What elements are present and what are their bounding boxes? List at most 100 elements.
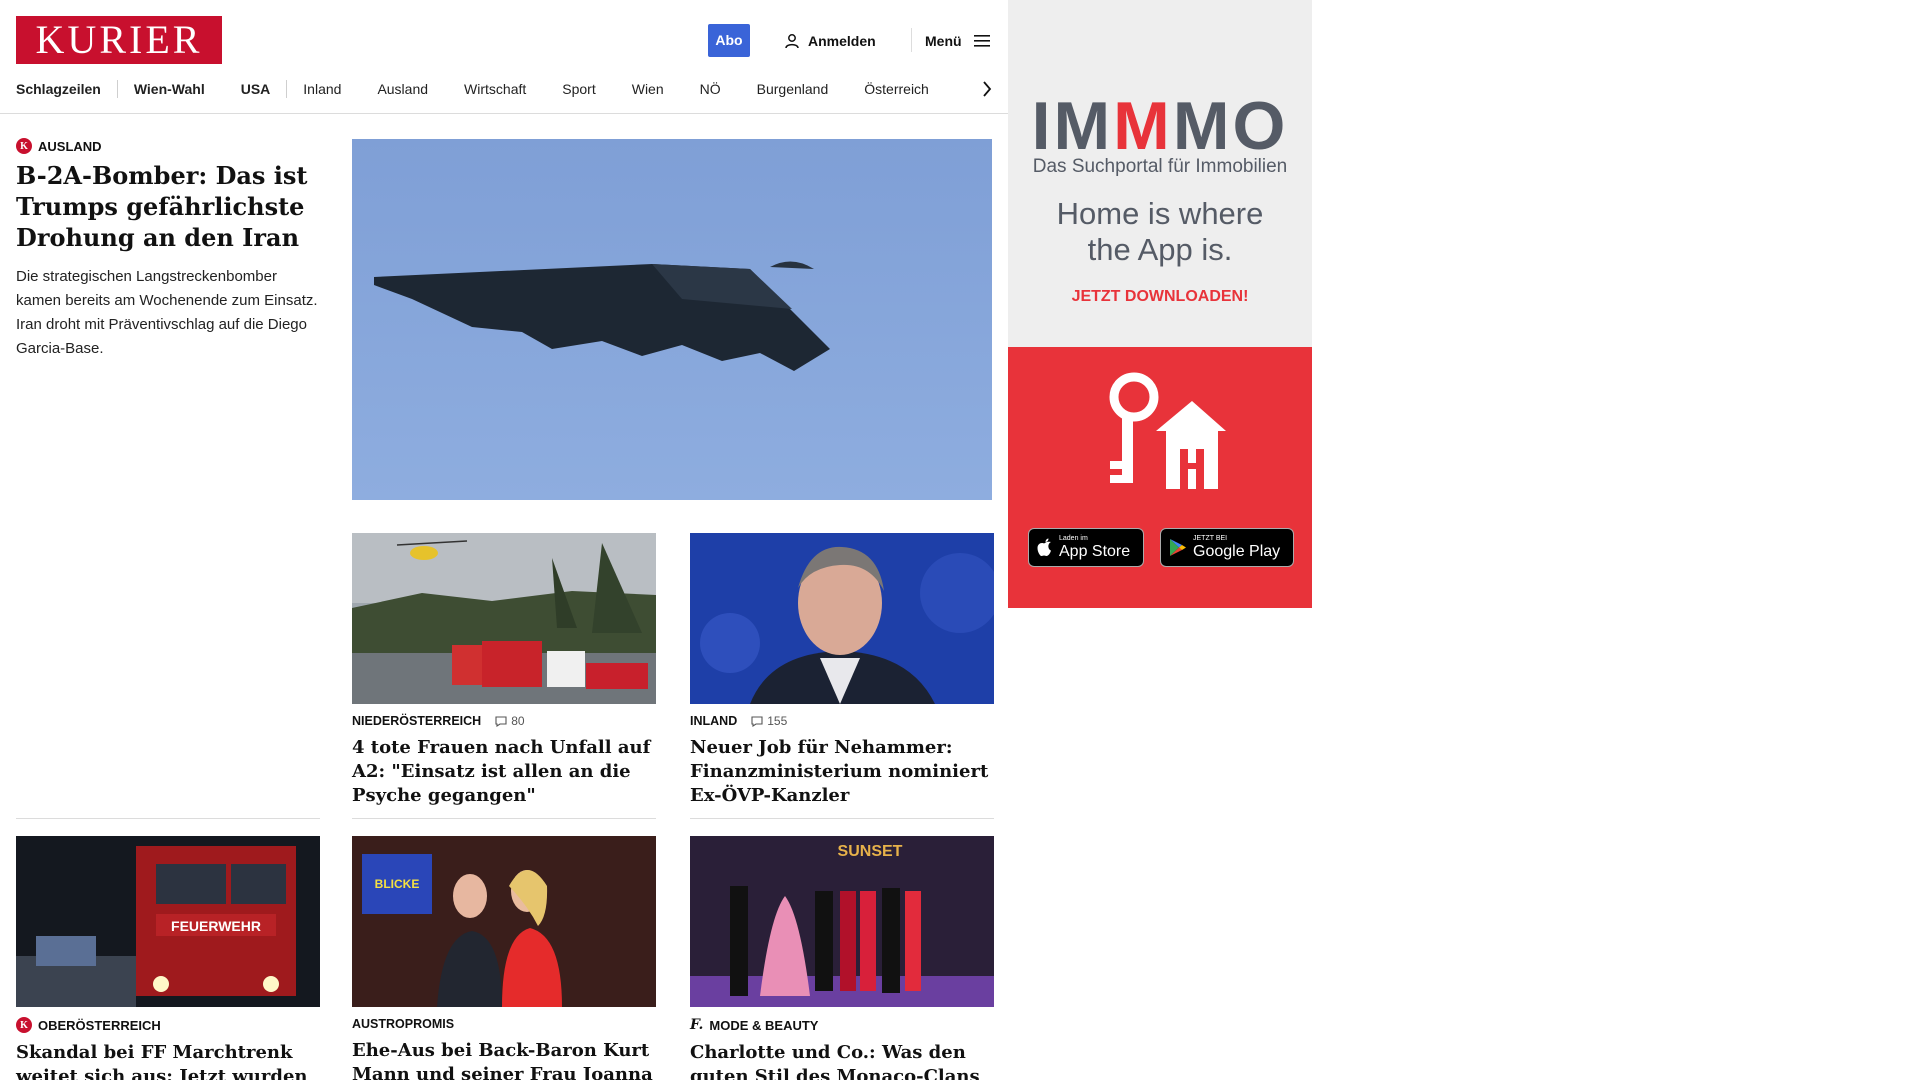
- comment-icon: [751, 715, 763, 727]
- section-nav: Schlagzeilen Wien-Wahl USA Inland Auslan…: [16, 76, 929, 102]
- login-label: Anmelden: [808, 33, 876, 49]
- article-image-gala-couple[interactable]: BLICKE: [352, 836, 656, 1007]
- user-icon: [785, 34, 799, 49]
- app-store-big: App Store: [1059, 543, 1131, 560]
- article-image-firetruck[interactable]: FEUERWEHR: [16, 836, 320, 1007]
- highway-accident-illustration: [352, 533, 656, 704]
- article-headline[interactable]: Ehe-Aus bei Back-Baron Kurt Mann und sei…: [352, 1039, 656, 1080]
- chevron-right-icon: [983, 81, 992, 97]
- article-meta: NIEDERÖSTERREICH 80: [352, 714, 656, 728]
- article-category[interactable]: AUSTROPROMIS: [352, 1017, 454, 1031]
- google-play-icon: [1170, 539, 1186, 556]
- monaco-family-illustration: SUNSET: [690, 836, 994, 1007]
- firetruck-illustration: FEUERWEHR: [16, 836, 320, 1007]
- article-category-label: OBERÖSTERREICH: [38, 1017, 161, 1033]
- google-play-big: Google Play: [1193, 543, 1281, 560]
- app-store-text: Laden im App Store: [1059, 535, 1130, 560]
- nav-item-usa[interactable]: USA: [241, 81, 271, 97]
- nav-item-burgenland[interactable]: Burgenland: [757, 81, 829, 97]
- download-cta[interactable]: JETZT DOWNLOADEN!: [1008, 288, 1312, 306]
- hero-headline[interactable]: B-2A-Bomber: Das ist Trumps gefährlichst…: [16, 160, 321, 253]
- kurier-plus-icon: K: [16, 1017, 32, 1033]
- article-meta: f. MODE & BEAUTY: [690, 1017, 994, 1033]
- nav-item-wien[interactable]: Wien: [632, 81, 664, 97]
- login-button[interactable]: Anmelden: [784, 30, 876, 52]
- ad-top-panel: IMMMO Das Suchportal für Immobilien Home…: [1008, 0, 1312, 347]
- portrait-illustration: [690, 533, 994, 704]
- hero-image-b2-bomber[interactable]: [352, 139, 992, 500]
- hamburger-icon: [973, 35, 990, 47]
- nav-divider: [116, 80, 118, 98]
- article-meta: K OBERÖSTERREICH: [16, 1017, 320, 1033]
- article-card-nehammer[interactable]: INLAND 155 Neuer Job für Nehammer: Finan…: [690, 533, 994, 808]
- slogan-line-2: the App is.: [1087, 232, 1233, 267]
- fashion-icon: f.: [690, 1017, 704, 1033]
- immmo-subtitle: Das Suchportal für Immobilien: [1032, 156, 1288, 177]
- article-headline[interactable]: Skandal bei FF Marchtrenk weitet sich au…: [16, 1041, 320, 1080]
- article-category-label: MODE & BEAUTY: [709, 1017, 819, 1033]
- article-card-monaco[interactable]: SUNSET f. MODE & BEAUTY Charlotte und Co…: [690, 836, 994, 1080]
- article-category[interactable]: f. MODE & BEAUTY: [690, 1017, 818, 1033]
- immmo-logo-part: MO: [1172, 88, 1289, 164]
- kurier-logo[interactable]: KURIER: [16, 16, 222, 64]
- hero-category-label: AUSLAND: [38, 138, 102, 154]
- google-play-button[interactable]: JETZT BEI Google Play: [1160, 528, 1294, 567]
- key-house-icon: [1109, 372, 1226, 489]
- nav-item-schlagzeilen[interactable]: Schlagzeilen: [16, 81, 101, 97]
- gala-sign-text: BLICKE: [375, 877, 420, 891]
- immmo-logo: IMMMO: [1008, 92, 1312, 160]
- divider: [690, 818, 994, 819]
- article-image-a2-unfall[interactable]: [352, 533, 656, 704]
- article-headline[interactable]: 4 tote Frauen nach Unfall auf A2: "Einsa…: [352, 736, 656, 808]
- menu-button[interactable]: Menü: [925, 30, 990, 52]
- nav-item-noe[interactable]: NÖ: [700, 81, 721, 97]
- sunset-sign-text: SUNSET: [838, 843, 903, 860]
- gala-couple-illustration: BLICKE: [352, 836, 656, 1007]
- nav-divider: [286, 80, 288, 98]
- nav-item-wirtschaft[interactable]: Wirtschaft: [464, 81, 526, 97]
- header-divider: [911, 28, 912, 52]
- divider: [352, 818, 656, 819]
- nav-item-inland[interactable]: Inland: [303, 81, 341, 97]
- hero-category: K AUSLAND: [16, 138, 321, 154]
- nav-scroll-right-button[interactable]: [977, 76, 997, 102]
- comment-count-value: 155: [767, 714, 788, 728]
- article-headline[interactable]: Neuer Job für Nehammer: Finanzministeriu…: [690, 736, 994, 808]
- article-meta: INLAND 155: [690, 714, 994, 728]
- ad-bottom-panel: Laden im App Store JETZT BEI Google Play: [1008, 347, 1312, 608]
- app-store-button[interactable]: Laden im App Store: [1028, 528, 1144, 567]
- hero-teaser: Die strategischen Langstreckenbomber kam…: [16, 268, 318, 357]
- comment-count[interactable]: 155: [751, 714, 787, 728]
- slogan-line-1: Home is where: [1056, 196, 1264, 231]
- nav-item-wien-wahl[interactable]: Wien-Wahl: [134, 81, 205, 97]
- google-play-small: JETZT BEI: [1193, 535, 1228, 542]
- article-image-nehammer[interactable]: [690, 533, 994, 704]
- article-category[interactable]: K OBERÖSTERREICH: [16, 1017, 161, 1033]
- immmo-slogan: Home is where the App is.: [1008, 196, 1312, 268]
- article-image-monaco-family[interactable]: SUNSET: [690, 836, 994, 1007]
- hero-article[interactable]: K AUSLAND B-2A-Bomber: Das ist Trumps ge…: [16, 138, 321, 361]
- article-card-ff-marchtrenk[interactable]: FEUERWEHR K OBERÖSTERREICH Skandal bei F…: [16, 836, 320, 1080]
- article-category[interactable]: NIEDERÖSTERREICH: [352, 714, 481, 728]
- article-category[interactable]: INLAND: [690, 714, 737, 728]
- google-play-text: JETZT BEI Google Play: [1193, 535, 1280, 560]
- comment-count[interactable]: 80: [495, 714, 525, 728]
- nav-item-ausland[interactable]: Ausland: [377, 81, 428, 97]
- article-card-a2-unfall[interactable]: NIEDERÖSTERREICH 80 4 tote Frauen nach U…: [352, 533, 656, 808]
- article-card-back-baron[interactable]: BLICKE AUSTROPROMIS Ehe-Aus bei Back-Bar…: [352, 836, 656, 1080]
- comment-icon: [495, 715, 507, 727]
- site-header: KURIER Abo Anmelden Menü Schlagzeilen Wi…: [0, 0, 1008, 114]
- nav-item-sport[interactable]: Sport: [562, 81, 595, 97]
- article-headline[interactable]: Charlotte und Co.: Was den guten Stil de…: [690, 1041, 994, 1080]
- kurier-plus-icon: K: [16, 138, 32, 154]
- abo-button[interactable]: Abo: [708, 24, 750, 57]
- divider: [16, 818, 320, 819]
- firetruck-label: FEUERWEHR: [171, 918, 261, 934]
- article-meta: AUSTROPROMIS: [352, 1017, 656, 1031]
- menu-label: Menü: [925, 33, 962, 49]
- nav-item-oesterreich[interactable]: Österreich: [864, 81, 929, 97]
- apple-icon: [1037, 538, 1051, 556]
- app-store-small: Laden im: [1059, 535, 1088, 542]
- comment-count-value: 80: [511, 714, 525, 728]
- immmo-advertisement[interactable]: IMMMO Das Suchportal für Immobilien Home…: [1008, 0, 1312, 608]
